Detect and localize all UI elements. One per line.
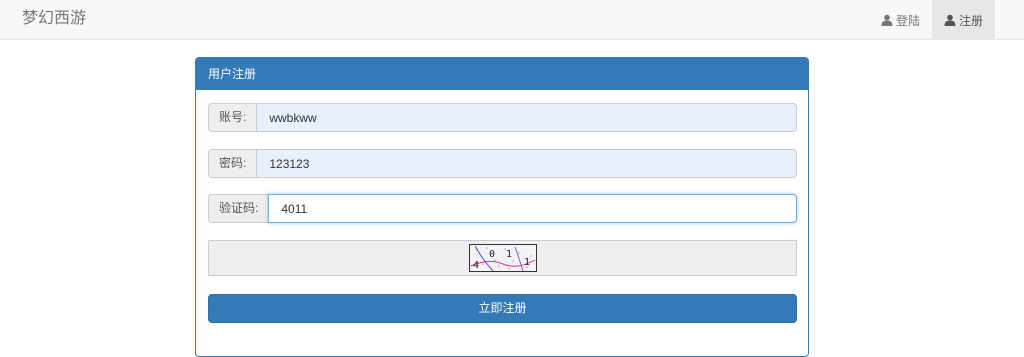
svg-text:4: 4 — [473, 260, 479, 271]
account-input[interactable] — [256, 103, 797, 132]
account-label: 账号: — [208, 103, 257, 132]
captcha-label: 验证码: — [208, 194, 269, 223]
user-icon — [944, 14, 956, 26]
svg-text:0: 0 — [489, 249, 495, 260]
nav-register[interactable]: 注册 — [931, 0, 995, 40]
register-panel: 用户注册 账号: 密码: 验证码: 4 0 1 1 — [195, 57, 809, 357]
register-button[interactable]: 立即注册 — [208, 294, 797, 323]
svg-text:1: 1 — [506, 249, 512, 260]
nav-register-label: 注册 — [958, 13, 983, 28]
password-group: 密码: — [208, 149, 797, 178]
brand-title[interactable]: 梦幻西游 — [22, 0, 86, 40]
captcha-image[interactable]: 4 0 1 1 — [468, 244, 537, 272]
captcha-group: 验证码: — [208, 194, 797, 223]
nav-login-label: 登陆 — [895, 13, 920, 28]
captcha-input[interactable] — [268, 194, 797, 223]
svg-text:1: 1 — [524, 257, 530, 268]
user-icon — [881, 14, 893, 26]
password-input[interactable] — [256, 149, 797, 178]
captcha-image-bar: 4 0 1 1 — [208, 240, 797, 276]
nav-login[interactable]: 登陆 — [869, 0, 932, 40]
panel-title: 用户注册 — [196, 58, 808, 90]
password-label: 密码: — [208, 149, 257, 178]
account-group: 账号: — [208, 103, 797, 132]
navbar: 梦幻西游 登陆 注册 — [0, 0, 1024, 40]
nav-right: 登陆 注册 — [869, 0, 995, 40]
